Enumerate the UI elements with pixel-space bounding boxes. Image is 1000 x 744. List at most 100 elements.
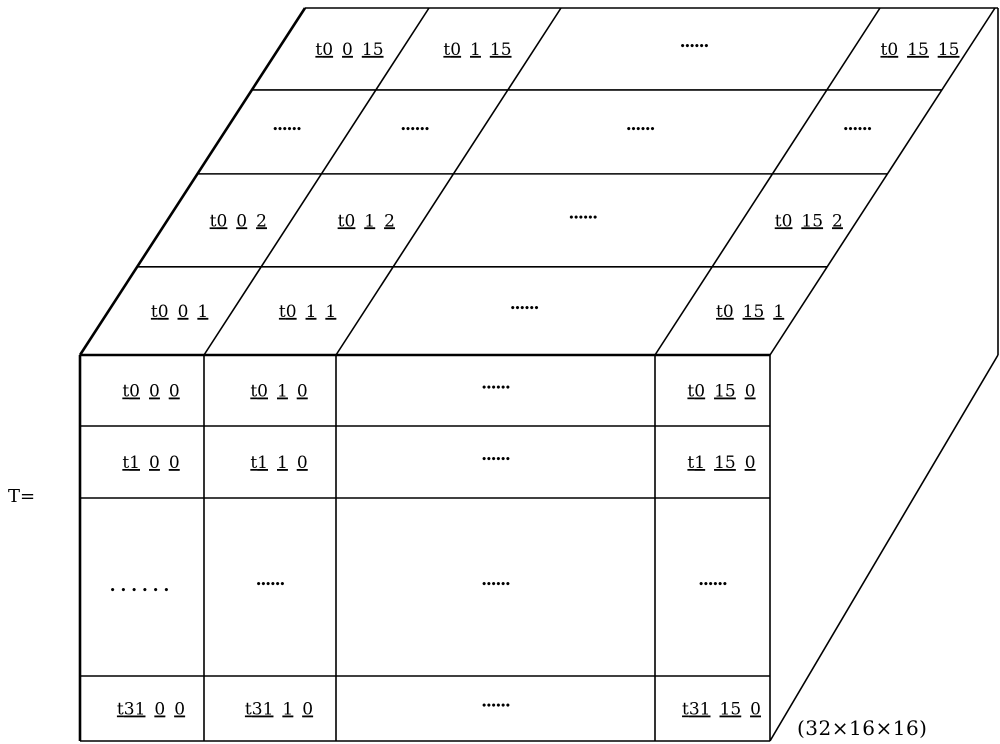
index-i: 0	[216, 211, 227, 231]
index-k: 1	[773, 302, 784, 322]
index-i: 31	[124, 700, 146, 720]
front-cell-row-t1-col1: t1 1 0	[250, 453, 307, 473]
right-bottom-diagonal	[769, 354, 999, 742]
index-j: 0	[149, 453, 160, 473]
tensor-cube-diagram: t0 0 0 t0 1 0 •••••• t0 15 0t1 0 0 t1 1 0 •••••• t1 15 0••…	[78, 7, 999, 742]
element-label: t0 1 0	[250, 382, 307, 402]
index-i: 0	[694, 382, 705, 402]
element-label: t31 1 0	[245, 700, 313, 720]
front-cell-row-t1-col0: t1 0 0	[122, 453, 179, 473]
element-label: t31 15 0	[682, 700, 761, 720]
index-j: 15	[714, 453, 736, 473]
index-i: 0	[286, 302, 297, 322]
top-cell-layer-k15-col0: t0 0 15	[315, 40, 383, 60]
index-k: 0	[174, 700, 185, 720]
element-label: t0 1 1	[279, 302, 336, 322]
front-cell-row-t31-col2: ••••••	[481, 702, 511, 712]
index-k: 0	[302, 700, 313, 720]
top-cell-layer-ellipsis-col1: ••••••	[400, 125, 430, 135]
index-i: 0	[322, 40, 333, 60]
ellipsis-text: ••••••	[569, 213, 598, 223]
index-k: 1	[325, 302, 336, 322]
top-cell-layer-k1-col0: t0 0 1	[151, 302, 208, 322]
ellipsis-text: ••••••	[400, 125, 429, 135]
index-i: 0	[257, 382, 268, 402]
index-k: 0	[750, 700, 761, 720]
index-j: 1	[277, 453, 288, 473]
element-label: t0 15 1	[716, 302, 784, 322]
index-k: 0	[745, 453, 756, 473]
element-label: t0 15 2	[775, 211, 843, 231]
ellipsis-text: ••••••	[510, 304, 539, 314]
index-j: 1	[364, 211, 375, 231]
element-label: t0 0 15	[315, 40, 383, 60]
ellipsis-text: ••••••	[110, 586, 175, 596]
ellipsis-text: ••••••	[256, 580, 285, 590]
index-j: 15	[720, 700, 742, 720]
index-i: 31	[689, 700, 711, 720]
index-i: 0	[887, 40, 898, 60]
index-i: 0	[450, 40, 461, 60]
index-k: 0	[297, 382, 308, 402]
front-cell-row-ellipsis-col2: ••••••	[481, 580, 511, 590]
index-i: 0	[782, 211, 793, 231]
front-cell-row-t31-col1: t31 1 0	[245, 700, 313, 720]
index-i: 0	[344, 211, 355, 231]
index-k: 0	[745, 382, 756, 402]
ellipsis-text: ••••••	[626, 125, 655, 135]
top-cell-layer-k15-col2: ••••••	[680, 42, 710, 52]
index-j: 0	[178, 302, 189, 322]
index-i: 0	[129, 382, 140, 402]
ellipsis-text: ••••••	[481, 580, 510, 590]
top-cell-layer-ellipsis-col3: ••••••	[843, 125, 873, 135]
element-label: t1 15 0	[687, 453, 755, 473]
ellipsis-text: ••••••	[698, 580, 727, 590]
index-j: 15	[801, 211, 823, 231]
index-j: 0	[149, 382, 160, 402]
top-col-diagonal	[203, 7, 430, 356]
front-cell-row-ellipsis-col3: ••••••	[698, 580, 728, 590]
index-k: 2	[256, 211, 267, 231]
ellipsis-text: ••••••	[481, 702, 510, 712]
front-cell-row-t31-col3: t31 15 0	[682, 700, 761, 720]
top-cell-layer-k15-col3: t0 15 15	[880, 40, 959, 60]
cube-cell-labels: t0 0 0 t0 1 0 •••••• t0 15 0t1 0 0 t1 1 0 •••••• t1 15 0••…	[110, 40, 960, 720]
ellipsis-text: ••••••	[481, 384, 510, 394]
front-cell-row-ellipsis-col1: ••••••	[256, 580, 286, 590]
top-cell-layer-ellipsis-col0: ••••••	[272, 125, 302, 135]
index-k: 0	[169, 382, 180, 402]
index-k: 0	[297, 453, 308, 473]
index-j: 15	[714, 382, 736, 402]
index-j: 1	[282, 700, 293, 720]
index-i: 1	[129, 453, 140, 473]
index-j: 0	[236, 211, 247, 231]
top-cell-layer-k2-col3: t0 15 2	[775, 211, 843, 231]
index-k: 1	[197, 302, 208, 322]
dimension-label: (32×16×16)	[797, 716, 928, 740]
top-col-diagonal	[769, 7, 996, 356]
top-cell-layer-k2-col0: t0 0 2	[210, 211, 267, 231]
top-cell-layer-k2-col1: t0 1 2	[338, 211, 395, 231]
front-cell-row-t0-col3: t0 15 0	[687, 382, 755, 402]
ellipsis-text: ••••••	[843, 125, 872, 135]
element-label: t0 15 15	[880, 40, 959, 60]
index-k: 15	[362, 40, 384, 60]
front-cell-row-t0-col1: t0 1 0	[250, 382, 307, 402]
index-i: 0	[158, 302, 169, 322]
front-cell-row-t1-col3: t1 15 0	[687, 453, 755, 473]
index-j: 0	[154, 700, 165, 720]
index-k: 15	[490, 40, 512, 60]
top-col-diagonal	[654, 7, 881, 356]
index-i: 0	[723, 302, 734, 322]
front-cell-row-t0-col2: ••••••	[481, 384, 511, 394]
top-cell-layer-k15-col1: t0 1 15	[443, 40, 511, 60]
index-j: 1	[306, 302, 317, 322]
index-j: 0	[342, 40, 353, 60]
top-cell-layer-k1-col3: t0 15 1	[716, 302, 784, 322]
element-label: t1 0 0	[122, 453, 179, 473]
top-cell-layer-ellipsis-col2: ••••••	[626, 125, 656, 135]
element-label: t31 0 0	[117, 700, 185, 720]
ellipsis-text: ••••••	[272, 125, 301, 135]
top-col-diagonal	[78, 7, 307, 356]
top-cell-layer-k2-col2: ••••••	[569, 213, 599, 223]
